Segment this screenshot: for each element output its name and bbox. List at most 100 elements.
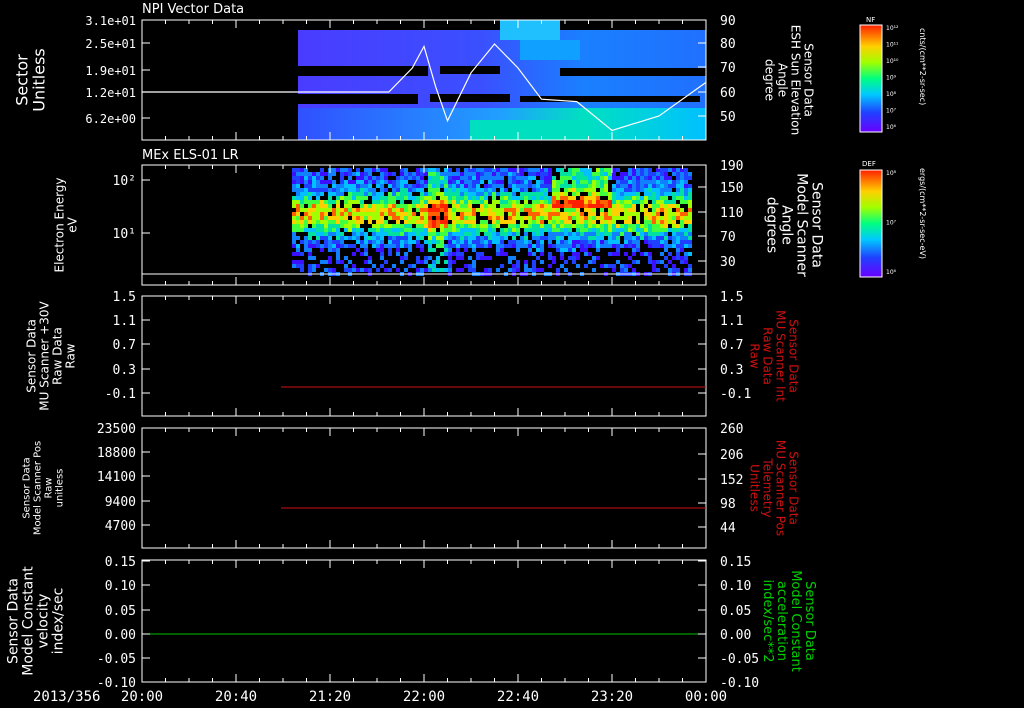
els-heat-cell [688, 236, 692, 240]
els-heat-cell [628, 200, 632, 204]
els-heat-cell [584, 252, 588, 256]
els-heat-cell [472, 212, 476, 216]
els-heat-cell [508, 244, 512, 248]
els-heat-cell [616, 232, 620, 236]
els-heat-cell [612, 220, 616, 224]
els-heat-cell [684, 168, 688, 172]
els-heat-cell [536, 236, 540, 240]
els-heat-cell [580, 168, 584, 172]
els-heat-cell [608, 228, 612, 232]
els-heat-cell [572, 240, 576, 244]
els-heat-cell [424, 216, 428, 220]
els-heat-cell [564, 184, 568, 188]
els-heat-cell [552, 220, 556, 224]
els-heat-cell [540, 268, 544, 272]
els-heat-cell [608, 208, 612, 212]
els-heat-cell [328, 256, 332, 260]
els-heat-cell [544, 168, 548, 172]
els-heat-cell [356, 216, 360, 220]
panel-0-ytick-label: 1.9e+01 [85, 64, 136, 78]
els-heat-cell [640, 236, 644, 240]
els-heat-cell [316, 240, 320, 244]
els-heat-cell [668, 220, 672, 224]
colorbar-tick-label: 10¹¹ [886, 42, 899, 49]
els-heat-cell [392, 208, 396, 212]
els-heat-cell [632, 184, 636, 188]
els-heat-cell [572, 232, 576, 236]
els-heat-cell [676, 248, 680, 252]
els-heat-cell [488, 208, 492, 212]
els-heat-cell [624, 264, 628, 268]
els-heat-cell [660, 192, 664, 196]
els-heat-cell [560, 228, 564, 232]
els-heat-cell [580, 248, 584, 252]
els-heat-cell [304, 188, 308, 192]
els-heat-cell [568, 212, 572, 216]
els-heat-cell [388, 236, 392, 240]
els-heat-cell [404, 268, 408, 272]
els-heat-cell [688, 208, 692, 212]
els-heat-cell [396, 176, 400, 180]
els-heat-cell [612, 228, 616, 232]
els-heat-cell [468, 228, 472, 232]
els-heat-cell [632, 200, 636, 204]
els-heat-cell [688, 252, 692, 256]
els-heat-cell [428, 176, 432, 180]
els-heat-cell [560, 176, 564, 180]
els-heat-cell [584, 196, 588, 200]
els-heat-cell [568, 220, 572, 224]
els-heat-cell [384, 224, 388, 228]
els-heat-cell [356, 224, 360, 228]
els-heat-cell [688, 244, 692, 248]
els-heat-cell [644, 236, 648, 240]
els-heat-cell [576, 264, 580, 268]
els-heat-cell [328, 192, 332, 196]
els-heat-cell [672, 196, 676, 200]
els-heat-cell [436, 244, 440, 248]
els-heat-cell [328, 200, 332, 204]
els-heat-cell [300, 224, 304, 228]
els-heat-cell [424, 180, 428, 184]
els-heat-cell [328, 180, 332, 184]
els-heat-cell [628, 168, 632, 172]
els-heat-cell [544, 188, 548, 192]
els-heat-cell [484, 208, 488, 212]
els-heat-cell [464, 244, 468, 248]
els-heat-cell [488, 188, 492, 192]
panel-0-ytick-label: 3.1e+01 [85, 14, 136, 28]
els-heat-cell [556, 196, 560, 200]
els-heat-cell [496, 236, 500, 240]
els-heat-cell [396, 212, 400, 216]
els-heat-cell [588, 200, 592, 204]
panel-0-y2label-line: Angle [776, 63, 790, 97]
els-heat-cell [472, 244, 476, 248]
els-heat-cell [336, 208, 340, 212]
els-heat-cell [544, 196, 548, 200]
els-heat-cell [336, 212, 340, 216]
els-heat-cell [520, 220, 524, 224]
els-heat-cell [476, 240, 480, 244]
els-heat-cell [536, 172, 540, 176]
els-heat-cell [372, 228, 376, 232]
els-heat-cell [572, 260, 576, 264]
els-heat-cell [392, 204, 396, 208]
els-heat-cell [380, 256, 384, 260]
els-heat-cell [360, 212, 364, 216]
els-heat-cell [436, 184, 440, 188]
els-heat-cell [440, 200, 444, 204]
els-heat-cell [332, 208, 336, 212]
els-heat-cell [672, 264, 676, 268]
els-heat-cell [396, 244, 400, 248]
els-heat-cell [568, 172, 572, 176]
els-heat-cell [600, 228, 604, 232]
els-heat-cell [352, 268, 356, 272]
els-heat-cell [492, 212, 496, 216]
els-heat-cell [420, 188, 424, 192]
els-heat-cell [404, 180, 408, 184]
els-heat-cell [552, 204, 556, 208]
els-heat-cell [672, 168, 676, 172]
els-heat-cell [592, 236, 596, 240]
panel-3-y2tick-label: 98 [720, 497, 736, 512]
els-heat-cell [648, 224, 652, 228]
els-heat-cell [672, 268, 676, 272]
